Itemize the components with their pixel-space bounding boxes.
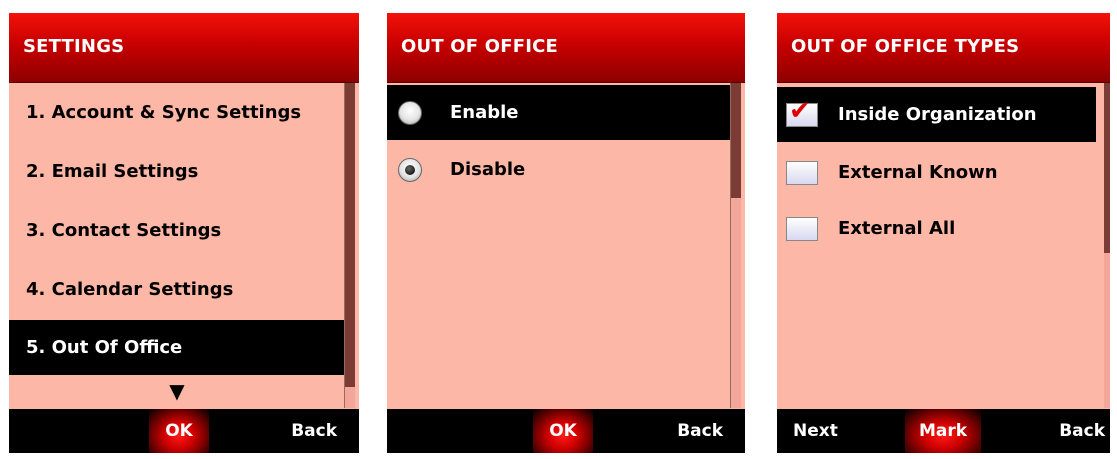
out-of-office-types-screen: OUT OF OFFICE TYPES ✔ Inside Organizatio… bbox=[777, 13, 1110, 453]
title-bar: OUT OF OFFICE bbox=[387, 13, 745, 83]
softkey-bar: OK Back bbox=[387, 409, 745, 453]
menu-item-label: 2. Email Settings bbox=[26, 161, 199, 182]
menu-item-out-of-office[interactable]: 5. Out Of Office bbox=[9, 320, 345, 375]
menu-item-label: 5. Out Of Office bbox=[26, 337, 183, 358]
back-softkey[interactable]: Back bbox=[291, 409, 337, 453]
menu-item-calendar[interactable]: 4. Calendar Settings bbox=[9, 262, 345, 317]
option-label: Enable bbox=[450, 102, 519, 123]
scrollbar-thumb[interactable] bbox=[731, 83, 741, 198]
checkbox-checked-icon[interactable]: ✔ bbox=[786, 98, 818, 127]
screen-title: OUT OF OFFICE bbox=[401, 36, 559, 57]
out-of-office-types-list: ✔ Inside Organization External Known Ext… bbox=[777, 83, 1096, 408]
checkbox-icon[interactable] bbox=[786, 160, 818, 185]
ok-softkey[interactable]: OK bbox=[533, 409, 593, 453]
back-softkey[interactable]: Back bbox=[1059, 409, 1105, 453]
settings-screen: SETTINGS 1. Account & Sync Settings 2. E… bbox=[9, 13, 359, 453]
option-enable[interactable]: Enable bbox=[387, 85, 731, 140]
menu-item-label: 3. Contact Settings bbox=[26, 220, 222, 241]
scrollbar[interactable] bbox=[730, 83, 741, 408]
softkey-bar: OK Back bbox=[9, 409, 359, 453]
option-label: Disable bbox=[450, 159, 526, 180]
option-label: External Known bbox=[838, 162, 998, 183]
softkey-bar: Next Mark Back bbox=[777, 409, 1110, 453]
scrollbar[interactable] bbox=[344, 83, 355, 408]
option-label: External All bbox=[838, 218, 956, 239]
radio-dot-icon bbox=[405, 164, 415, 175]
menu-item-label: 4. Calendar Settings bbox=[26, 279, 234, 300]
next-softkey[interactable]: Next bbox=[793, 409, 838, 453]
screen-title: SETTINGS bbox=[23, 36, 125, 57]
scroll-down-arrow-icon[interactable]: ▼ bbox=[9, 379, 345, 403]
settings-list: 1. Account & Sync Settings 2. Email Sett… bbox=[9, 83, 345, 408]
menu-item-account-sync[interactable]: 1. Account & Sync Settings bbox=[9, 85, 345, 140]
checkmark-icon: ✔ bbox=[789, 95, 811, 126]
title-bar: SETTINGS bbox=[9, 13, 359, 83]
back-softkey[interactable]: Back bbox=[677, 409, 723, 453]
option-external-all[interactable]: External All bbox=[777, 201, 1096, 256]
title-bar: OUT OF OFFICE TYPES bbox=[777, 13, 1110, 83]
out-of-office-options: Enable Disable bbox=[387, 83, 731, 408]
scrollbar[interactable] bbox=[1104, 83, 1110, 408]
menu-item-email[interactable]: 2. Email Settings bbox=[9, 144, 345, 199]
screen-title: OUT OF OFFICE TYPES bbox=[791, 36, 1020, 57]
checkbox-icon[interactable] bbox=[786, 216, 818, 241]
ok-softkey[interactable]: OK bbox=[149, 409, 209, 453]
scrollbar-thumb[interactable] bbox=[345, 83, 355, 387]
option-inside-organization[interactable]: ✔ Inside Organization bbox=[777, 87, 1096, 142]
radio-button-icon[interactable] bbox=[398, 100, 422, 125]
option-external-known[interactable]: External Known bbox=[777, 145, 1096, 200]
menu-item-contact[interactable]: 3. Contact Settings bbox=[9, 203, 345, 258]
radio-button-selected-icon[interactable] bbox=[398, 157, 422, 182]
menu-item-label: 1. Account & Sync Settings bbox=[26, 102, 302, 123]
mark-softkey[interactable]: Mark bbox=[905, 409, 981, 453]
out-of-office-screen: OUT OF OFFICE Enable Disable OK Back bbox=[387, 13, 745, 453]
option-disable[interactable]: Disable bbox=[387, 142, 731, 197]
option-label: Inside Organization bbox=[838, 104, 1037, 125]
scrollbar-thumb[interactable] bbox=[1104, 83, 1110, 253]
